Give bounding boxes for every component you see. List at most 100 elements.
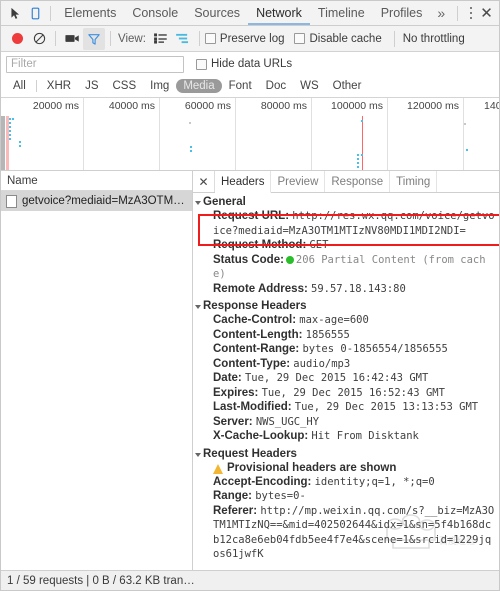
type-filter-xhr[interactable]: XHR <box>40 79 78 93</box>
capture-screenshots-button[interactable] <box>61 28 83 50</box>
detail-tab-preview[interactable]: Preview <box>271 171 326 192</box>
overview-request-dot <box>361 120 363 122</box>
status-bar: 1 / 59 requests | 0 B / 63.2 KB tran… <box>1 570 499 590</box>
overview-tick: 40000 ms <box>84 98 160 170</box>
detail-tabbar: ✕ Headers Preview Response Timing <box>193 171 499 193</box>
type-filter-media[interactable]: Media <box>176 78 222 93</box>
header-name: Date: <box>213 372 242 384</box>
detail-tab-timing[interactable]: Timing <box>390 171 438 192</box>
overview-request-dot <box>9 134 11 136</box>
header-name: Server: <box>213 415 253 428</box>
kebab-menu-icon[interactable] <box>463 2 478 24</box>
type-filter-img[interactable]: Img <box>143 79 176 93</box>
hide-data-urls-checkbox[interactable]: Hide data URLs <box>196 58 292 70</box>
header-row-request-url: Request URL: http://res.wx.qq.com/voice/… <box>193 209 499 238</box>
header-row-remote-address: Remote Address: 59.57.18.143:80 <box>193 282 499 297</box>
document-icon <box>6 194 17 208</box>
type-filter-all[interactable]: All <box>6 79 33 93</box>
waterfall-view-icon[interactable] <box>172 28 194 50</box>
header-row-cache-control: Cache-Control: max-age=600 <box>193 313 499 328</box>
overview-request-dot <box>190 146 192 148</box>
inspect-cursor-icon[interactable] <box>5 1 25 25</box>
overview-tick: 140000 ms <box>464 98 499 170</box>
overview-tick-label: 80000 ms <box>260 100 307 112</box>
detail-close-icon[interactable]: ✕ <box>193 171 215 192</box>
header-value: Hit From Disktank <box>311 430 419 442</box>
tab-elements[interactable]: Elements <box>56 1 124 25</box>
filter-button[interactable] <box>83 27 105 50</box>
devtools-window: Elements Console Sources Network Timelin… <box>0 0 500 591</box>
tab-timeline[interactable]: Timeline <box>310 1 373 25</box>
request-summary-text: 1 / 59 requests | 0 B / 63.2 KB tran… <box>7 574 195 587</box>
detail-tab-headers[interactable]: Headers <box>215 171 272 193</box>
section-general[interactable]: General <box>193 195 499 209</box>
header-name: Status Code: <box>213 253 284 266</box>
request-list: getvoice?mediaid=MzA3OTM… <box>1 191 192 570</box>
header-value: audio/mp3 <box>293 357 351 370</box>
overview-tick-label: 40000 ms <box>108 100 155 112</box>
header-name: Content-Range: <box>213 343 300 355</box>
filter-input[interactable] <box>6 55 184 73</box>
overview-request-dot <box>9 130 11 132</box>
network-toolbar: View: Preserve log Disable cache No thro… <box>1 26 499 52</box>
close-icon[interactable]: ✕ <box>478 2 495 24</box>
header-value: identity;q=1, *;q=0 <box>314 475 435 488</box>
chevron-down-icon <box>195 452 201 457</box>
devtools-tabbar: Elements Console Sources Network Timelin… <box>1 1 499 26</box>
overview-tick: 100000 ms <box>312 98 388 170</box>
header-name: Expires: <box>213 386 259 399</box>
hide-data-urls-box <box>196 58 207 70</box>
overview-tick-label: 100000 ms <box>331 100 383 112</box>
header-value: 59.57.18.143:80 <box>311 282 406 295</box>
section-general-title: General <box>203 196 246 208</box>
type-filter-other[interactable]: Other <box>326 79 369 93</box>
section-request-headers[interactable]: Request Headers <box>193 447 499 461</box>
device-toolbar-icon[interactable] <box>25 1 45 25</box>
clear-button[interactable] <box>28 28 50 50</box>
tab-profiles[interactable]: Profiles <box>373 1 431 25</box>
overview-tick: 20000 ms <box>8 98 84 170</box>
record-dot-icon <box>11 33 23 44</box>
overview-request-dot <box>12 118 14 120</box>
header-row-content-type: Content-Type: audio/mp3 <box>193 357 499 372</box>
overview-tick-label: 140000 ms <box>484 100 499 112</box>
request-list-pane: Name getvoice?mediaid=MzA3OTM… <box>1 171 193 570</box>
hide-data-urls-label: Hide data URLs <box>211 58 293 70</box>
type-filter-divider <box>35 79 37 92</box>
overview-tick: 120000 ms <box>388 98 464 170</box>
type-filter-ws[interactable]: WS <box>293 79 326 93</box>
request-name: getvoice?mediaid=MzA3OTM… <box>22 195 185 207</box>
header-name: Last-Modified: <box>213 401 292 413</box>
type-filter-css[interactable]: CSS <box>105 79 143 93</box>
type-filter-font[interactable]: Font <box>222 79 259 93</box>
list-view-icon[interactable] <box>150 28 172 50</box>
overview-request-dot <box>357 154 359 156</box>
chevron-down-icon <box>195 305 201 309</box>
preserve-log-checkbox[interactable]: Preserve log <box>204 33 284 45</box>
overview-left-grip[interactable] <box>1 116 5 170</box>
resource-type-filters: All XHR JS CSS Img Media Font Doc WS Oth… <box>1 76 499 98</box>
timeline-overview[interactable]: 20000 ms 40000 ms 60000 ms 80000 ms 1000… <box>1 98 499 171</box>
tab-console[interactable]: Console <box>124 1 186 25</box>
header-value: NWS_UGC_HY <box>255 415 320 428</box>
overview-request-dot <box>19 145 21 147</box>
network-main: Name getvoice?mediaid=MzA3OTM… ✕ Headers… <box>1 171 499 570</box>
throttling-select[interactable]: No throttling <box>393 30 465 47</box>
more-tabs-icon[interactable]: » <box>430 1 452 25</box>
toolbar-divider-right <box>457 5 459 21</box>
detail-tab-response[interactable]: Response <box>325 171 391 192</box>
chevron-down-icon <box>195 201 201 205</box>
tab-sources[interactable]: Sources <box>186 1 248 25</box>
header-name: Remote Address: <box>213 282 308 295</box>
disable-cache-checkbox[interactable]: Disable cache <box>294 33 382 45</box>
section-response-headers[interactable]: Response Headers <box>193 299 499 313</box>
header-name: Referer: <box>213 504 258 517</box>
record-button[interactable] <box>6 28 28 50</box>
request-list-column-header[interactable]: Name <box>1 171 192 191</box>
request-row[interactable]: getvoice?mediaid=MzA3OTM… <box>1 191 192 211</box>
type-filter-doc[interactable]: Doc <box>259 79 293 93</box>
type-filter-js[interactable]: JS <box>78 79 105 93</box>
toolbar-divider-1 <box>55 31 56 46</box>
section-response-headers-title: Response Headers <box>203 300 307 312</box>
tab-network[interactable]: Network <box>248 1 310 25</box>
